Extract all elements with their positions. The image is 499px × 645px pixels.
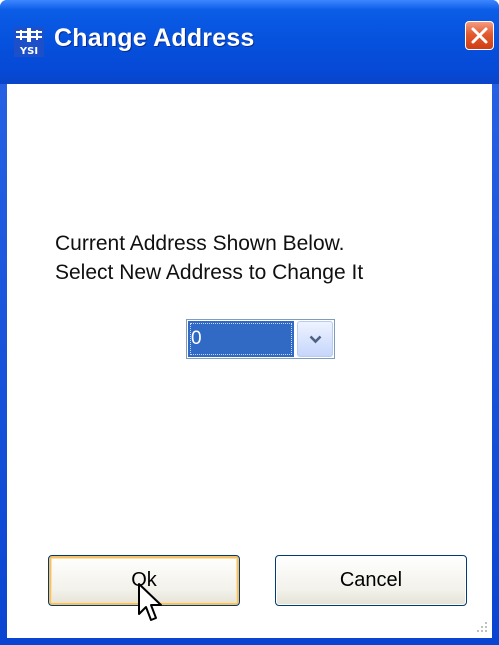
chevron-down-icon bbox=[309, 335, 322, 344]
window-title: Change Address bbox=[54, 24, 255, 52]
address-select[interactable]: 0 bbox=[186, 319, 335, 359]
cancel-button-label: Cancel bbox=[339, 569, 403, 591]
instruction-text: Current Address Shown Below. Select New … bbox=[55, 229, 475, 287]
focus-rect bbox=[190, 323, 292, 355]
mouse-pointer-icon bbox=[138, 583, 162, 621]
instruction-line-1: Current Address Shown Below. bbox=[55, 232, 345, 255]
cancel-button[interactable]: Cancel bbox=[275, 555, 467, 606]
ysi-logo-text: YSI bbox=[19, 46, 38, 57]
resize-grip-icon[interactable] bbox=[474, 621, 488, 635]
address-dropdown-button[interactable] bbox=[297, 321, 333, 357]
instruction-line-2: Select New Address to Change It bbox=[55, 261, 364, 284]
title-bar[interactable]: YSI Change Address bbox=[0, 0, 499, 84]
close-icon bbox=[471, 27, 488, 44]
dialog-window: YSI Change Address Current Address Shown… bbox=[0, 0, 499, 645]
close-button[interactable] bbox=[465, 21, 494, 50]
ysi-app-icon: YSI bbox=[14, 27, 44, 57]
dialog-body: Current Address Shown Below. Select New … bbox=[7, 84, 492, 638]
address-select-value[interactable]: 0 bbox=[188, 321, 294, 357]
